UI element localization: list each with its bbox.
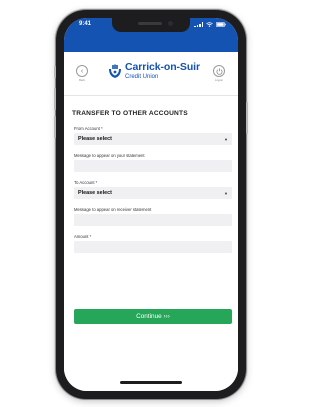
to-account-label: To Account * xyxy=(74,180,98,185)
phone-frame: 9:41 ‹ Back Carrick-on-Suir Credit Union… xyxy=(54,10,248,399)
continue-button-label: Continue ››› xyxy=(136,313,170,320)
logo-text-block: Carrick-on-Suir Credit Union xyxy=(125,62,200,81)
page-title: TRANSFER TO OTHER ACCOUNTS xyxy=(72,110,188,117)
volume-down-button xyxy=(54,116,56,138)
caret-down-icon: ▼ xyxy=(224,136,228,142)
from-account-select[interactable]: Please select ▼ xyxy=(74,133,232,145)
signal-icon xyxy=(194,22,203,27)
brand-logo: Carrick-on-Suir Credit Union xyxy=(108,62,200,81)
to-account-value: Please select xyxy=(78,190,112,196)
caret-down-icon: ▼ xyxy=(224,190,228,196)
front-camera xyxy=(168,21,173,26)
back-button[interactable]: ‹ xyxy=(76,65,88,77)
status-time: 9:41 xyxy=(79,21,92,27)
screen: 9:41 ‹ Back Carrick-on-Suir Credit Union… xyxy=(64,18,238,391)
transfer-form: From Account * Please select ▼ Message t… xyxy=(74,126,232,261)
to-account-select[interactable]: Please select ▼ xyxy=(74,187,232,199)
statement-message-input[interactable] xyxy=(74,160,232,172)
chevron-left-icon: ‹ xyxy=(80,67,84,75)
wifi-icon xyxy=(206,22,213,27)
receiver-message-label: Message to appear on receiver statement xyxy=(74,207,152,212)
logout-button[interactable] xyxy=(213,65,225,77)
logout-button-label: Logout xyxy=(215,79,223,82)
amount-input[interactable] xyxy=(74,241,232,253)
receiver-message-input[interactable] xyxy=(74,214,232,226)
logo-subtitle: Credit Union xyxy=(125,74,159,80)
speaker xyxy=(138,22,162,25)
home-indicator xyxy=(120,381,182,384)
status-icons xyxy=(194,22,226,27)
from-account-value: Please select xyxy=(78,136,112,142)
amount-label: Amount * xyxy=(74,234,92,239)
power-icon xyxy=(216,67,222,75)
notch xyxy=(112,18,190,32)
main-content: TRANSFER TO OTHER ACCOUNTS From Account … xyxy=(64,96,238,391)
from-account-label: From Account * xyxy=(74,126,103,131)
power-button xyxy=(246,102,248,134)
volume-up-button xyxy=(54,88,56,110)
statement-message-label: Message to appear on your statement xyxy=(74,153,145,158)
app-header: ‹ Back Carrick-on-Suir Credit Union Logo… xyxy=(64,52,238,96)
logo-name: Carrick-on-Suir xyxy=(125,61,200,73)
hands-logo-icon xyxy=(109,64,121,78)
mute-switch xyxy=(54,66,56,78)
continue-button[interactable]: Continue ››› xyxy=(74,309,232,324)
status-bar: 9:41 xyxy=(64,18,238,52)
back-button-label: Back xyxy=(79,79,85,82)
battery-icon xyxy=(216,22,226,27)
